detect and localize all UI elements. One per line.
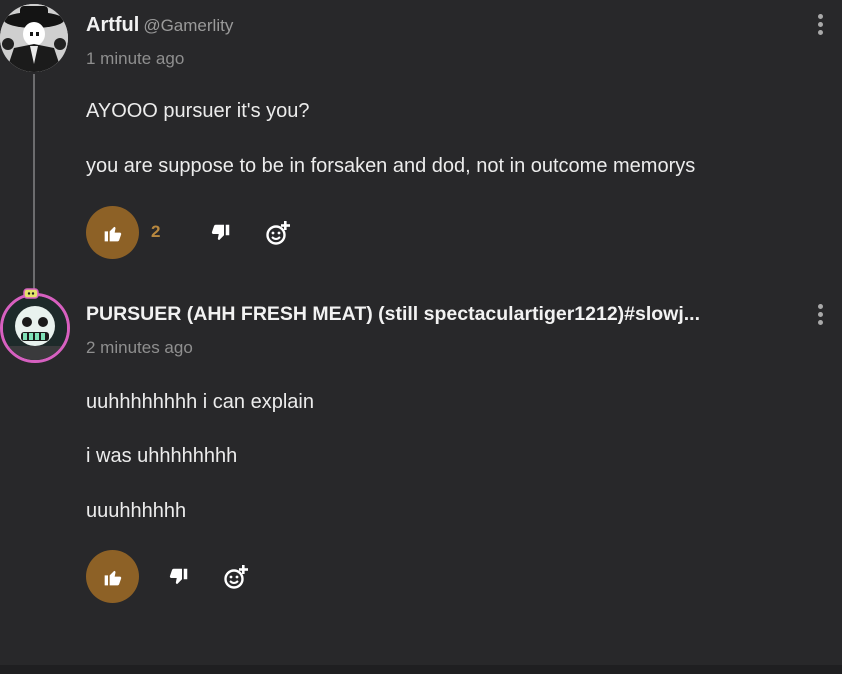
thumbs-down-icon — [169, 568, 187, 584]
comment-timestamp: 1 minute ago — [86, 49, 185, 68]
more-options-button[interactable] — [815, 304, 825, 330]
crown-icon — [23, 288, 39, 299]
thumbs-down-icon — [211, 224, 229, 240]
comment-thread: Artful @Gamerlity 1 minute ago AYOOO purs… — [0, 0, 842, 674]
bottom-divider — [0, 665, 842, 674]
more-vertical-icon-dot — [817, 312, 823, 317]
avatar[interactable] — [0, 293, 70, 363]
thumbs-up-icon — [104, 226, 121, 241]
comment-text-line: uuuhhhhhh — [86, 500, 187, 522]
add-reaction-button[interactable] — [221, 562, 251, 592]
add-reaction-icon — [224, 565, 248, 589]
dislike-button[interactable] — [205, 218, 235, 248]
more-vertical-icon-dot — [817, 30, 823, 35]
add-reaction-button[interactable] — [263, 218, 293, 248]
author-name[interactable]: PURSUER (AHH FRESH MEAT) (still spectacu… — [86, 303, 700, 325]
dislike-button[interactable] — [163, 562, 193, 592]
comment-author-line: PURSUER (AHH FRESH MEAT) (still spectacu… — [86, 303, 798, 326]
thread-connector-line — [33, 74, 35, 290]
avatar-badge-icon — [23, 286, 39, 299]
more-vertical-icon-dot — [817, 320, 823, 325]
like-count: 2 — [151, 222, 161, 241]
comment-text-line: you are suppose to be in forsaken and do… — [86, 155, 696, 177]
add-reaction-icon — [266, 221, 290, 245]
more-options-button[interactable] — [815, 14, 825, 40]
author-name[interactable]: Artful — [86, 14, 139, 36]
thumbs-up-icon — [104, 570, 121, 585]
comment-text-line: i was uhhhhhhhh — [86, 445, 238, 467]
author-handle[interactable]: @Gamerlity — [143, 16, 233, 35]
more-vertical-icon — [817, 304, 823, 309]
like-button[interactable] — [86, 550, 139, 603]
avatar[interactable] — [0, 4, 68, 72]
more-vertical-icon — [817, 14, 823, 19]
comment-text-line: uuhhhhhhhh i can explain — [86, 391, 314, 413]
artful-avatar-icon — [0, 4, 68, 72]
comment-timestamp: 2 minutes ago — [86, 338, 193, 357]
comment-text-line: AYOOO pursuer it's you? — [86, 100, 310, 122]
pursuer-avatar-icon — [3, 296, 67, 360]
comment-author-line: Artful @Gamerlity — [86, 14, 798, 37]
more-vertical-icon-dot — [817, 22, 823, 27]
like-button[interactable] — [86, 206, 139, 259]
